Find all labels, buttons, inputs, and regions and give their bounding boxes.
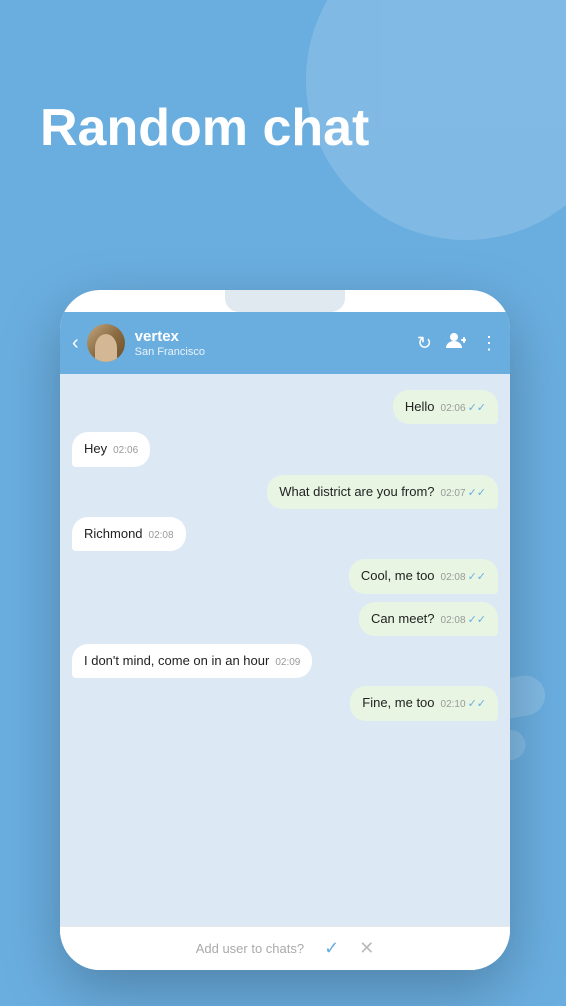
message-7: I don't mind, come on in an hour 02:09 [72, 644, 312, 678]
message-text: I don't mind, come on in an hour [84, 653, 269, 668]
message-5: Cool, me too 02:08✓✓ [349, 559, 498, 593]
message-time: 02:08 [441, 572, 466, 583]
avatar-image [87, 324, 125, 362]
message-8: Fine, me too 02:10✓✓ [350, 686, 498, 720]
confirm-button[interactable]: ✓ [324, 938, 339, 959]
message-4: Richmond 02:08 [72, 517, 186, 551]
contact-name: vertex [135, 328, 417, 346]
bottom-prompt: Add user to chats? [196, 941, 304, 956]
message-2: Hey 02:06 [72, 432, 150, 466]
read-receipts: ✓✓ [468, 614, 486, 626]
message-text: Cool, me too [361, 568, 435, 583]
message-time: 02:08 [441, 615, 466, 626]
cancel-button[interactable]: ✕ [359, 938, 374, 959]
message-time: 02:08 [149, 530, 174, 541]
phone-mockup: ‹ vertex San Francisco ↻ ⋮ [60, 290, 510, 970]
message-time: 02:09 [275, 657, 300, 668]
more-options-icon[interactable]: ⋮ [480, 333, 498, 354]
message-3: What district are you from? 02:07✓✓ [267, 475, 498, 509]
message-time: 02:10 [441, 699, 466, 710]
chat-header: ‹ vertex San Francisco ↻ ⋮ [60, 312, 510, 374]
message-time: 02:07 [441, 488, 466, 499]
back-button[interactable]: ‹ [72, 332, 79, 355]
read-receipts: ✓✓ [468, 698, 486, 710]
message-text: Fine, me too [362, 695, 434, 710]
message-text: Hello [405, 399, 435, 414]
message-6: Can meet? 02:08✓✓ [359, 602, 498, 636]
message-text: Can meet? [371, 611, 435, 626]
header-info: vertex San Francisco [135, 328, 417, 358]
message-time: 02:06 [441, 403, 466, 414]
header-icons: ↻ ⋮ [417, 332, 498, 355]
chat-bottom-bar: Add user to chats? ✓ ✕ [60, 926, 510, 970]
read-receipts: ✓✓ [468, 571, 486, 583]
read-receipts: ✓✓ [468, 487, 486, 499]
message-text: Hey [84, 441, 107, 456]
avatar-figure [95, 334, 117, 362]
contact-location: San Francisco [135, 346, 417, 358]
message-1: Hello 02:06✓✓ [393, 390, 498, 424]
phone-notch [225, 290, 345, 312]
message-text: Richmond [84, 526, 143, 541]
message-text: What district are you from? [279, 484, 434, 499]
chat-body: Hello02:06✓✓Hey02:06What district are yo… [60, 374, 510, 926]
page-title: Random chat [40, 100, 369, 157]
read-receipts: ✓✓ [468, 402, 486, 414]
avatar [87, 324, 125, 362]
add-user-icon[interactable] [446, 332, 466, 355]
refresh-icon[interactable]: ↻ [417, 333, 432, 354]
message-time: 02:06 [113, 445, 138, 456]
